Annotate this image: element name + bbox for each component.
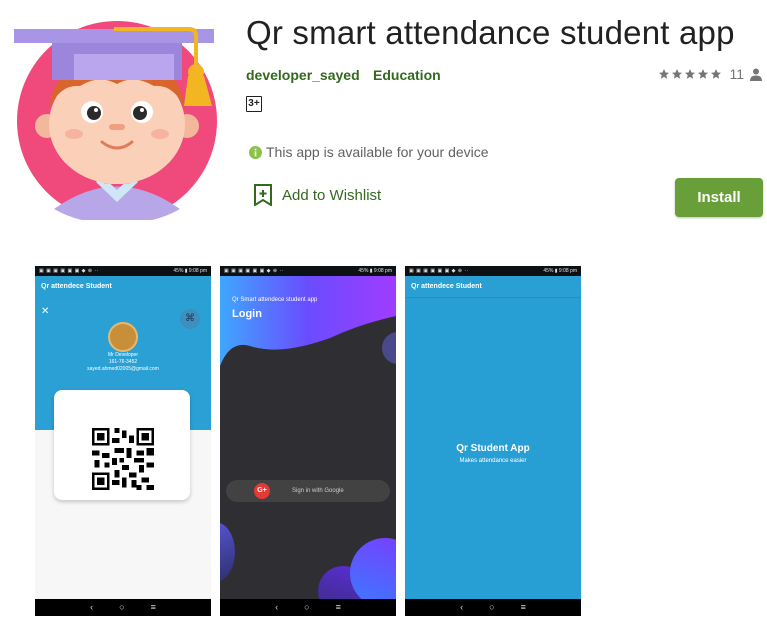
- star-icon: [698, 69, 709, 79]
- nav-back-icon: ‹: [460, 602, 464, 612]
- star-icon: [711, 69, 722, 79]
- add-to-wishlist-button[interactable]: Add to Wishlist: [254, 184, 381, 206]
- splash-title: Qr Student App: [456, 443, 530, 454]
- star-icon: [685, 69, 696, 79]
- qr-code: [92, 428, 154, 490]
- nav-home-icon: ○: [119, 602, 125, 612]
- nav-bar: ‹ ○ ≡: [35, 599, 211, 616]
- profile-email: sayed.ahmed02005@gmail.com: [87, 366, 159, 372]
- screenshot-1[interactable]: ▣ ▣ ▣ ▣ ▣ ▣ ◆ ⊕ ·· 45% ▮ 9:08 pm Qr atte…: [35, 266, 211, 616]
- login-title: Login: [232, 308, 262, 320]
- scan-icon: ⌘: [180, 309, 200, 329]
- close-icon: ✕: [41, 306, 50, 317]
- age-rating-badge[interactable]: 3+: [246, 96, 262, 112]
- developer-link[interactable]: developer_sayed: [246, 67, 360, 83]
- rating-count: 11: [729, 66, 744, 82]
- install-button[interactable]: Install: [675, 178, 763, 217]
- appbar-title: Qr attendece Student: [405, 276, 581, 298]
- status-bar: ▣ ▣ ▣ ▣ ▣ ▣ ◆ ⊕ ·· 45% ▮ 9:08 pm: [405, 266, 581, 276]
- wishlist-label: Add to Wishlist: [282, 186, 382, 204]
- app-meta-row: developer_sayed Education 11: [246, 66, 766, 86]
- avatar: [108, 322, 138, 352]
- nav-recents-icon: ≡: [335, 602, 341, 612]
- splash-subtitle: Makes attendance easier: [459, 458, 527, 464]
- nav-back-icon: ‹: [90, 602, 94, 612]
- availability-notice: This app is available for your device: [249, 144, 489, 160]
- screenshot-3[interactable]: ▣ ▣ ▣ ▣ ▣ ▣ ◆ ⊕ ·· 45% ▮ 9:08 pm Qr atte…: [405, 266, 581, 616]
- profile-name: Mr Developer: [107, 352, 138, 358]
- availability-text: This app is available for your device: [266, 144, 489, 160]
- google-signin-button: G+ Sign in with Google: [226, 480, 390, 502]
- nav-home-icon: ○: [489, 602, 495, 612]
- nav-recents-icon: ≡: [520, 602, 526, 612]
- profile-info: Mr Developer 161-76-3452 sayed.ahmed0200…: [35, 352, 211, 373]
- qr-card: [54, 390, 190, 500]
- login-subtitle: Qr Smart attendece student app: [232, 297, 318, 303]
- google-plus-icon: G+: [254, 483, 270, 499]
- star-icon: [659, 69, 670, 79]
- wishlist-icon: [254, 184, 272, 206]
- profile-id: 161-76-3452: [108, 359, 138, 365]
- nav-recents-icon: ≡: [150, 602, 156, 612]
- app-title: Qr smart attendance student app: [246, 14, 735, 51]
- nav-bar: ‹ ○ ≡: [405, 599, 581, 616]
- status-bar: ▣ ▣ ▣ ▣ ▣ ▣ ◆ ⊕ ·· 45% ▮ 9:08 pm: [220, 266, 396, 276]
- status-bar: ▣ ▣ ▣ ▣ ▣ ▣ ◆ ⊕ ·· 45% ▮ 9:08 pm: [35, 266, 211, 276]
- rating-summary[interactable]: 11: [658, 66, 762, 82]
- app-icon: [14, 21, 217, 220]
- info-icon: [249, 145, 262, 159]
- star-icon: [672, 69, 683, 79]
- screenshot-2[interactable]: ▣ ▣ ▣ ▣ ▣ ▣ ◆ ⊕ ·· 45% ▮ 9:08 pm Qr Smar…: [220, 266, 396, 616]
- rating-stars: [658, 68, 722, 80]
- nav-back-icon: ‹: [275, 602, 279, 612]
- category-link[interactable]: Education: [373, 67, 441, 83]
- google-signin-label: Sign in with Google: [292, 488, 344, 494]
- nav-bar: ‹ ○ ≡: [220, 599, 396, 616]
- appbar-title: Qr attendece Student: [35, 276, 211, 298]
- nav-home-icon: ○: [304, 602, 310, 612]
- person-icon: [750, 68, 762, 81]
